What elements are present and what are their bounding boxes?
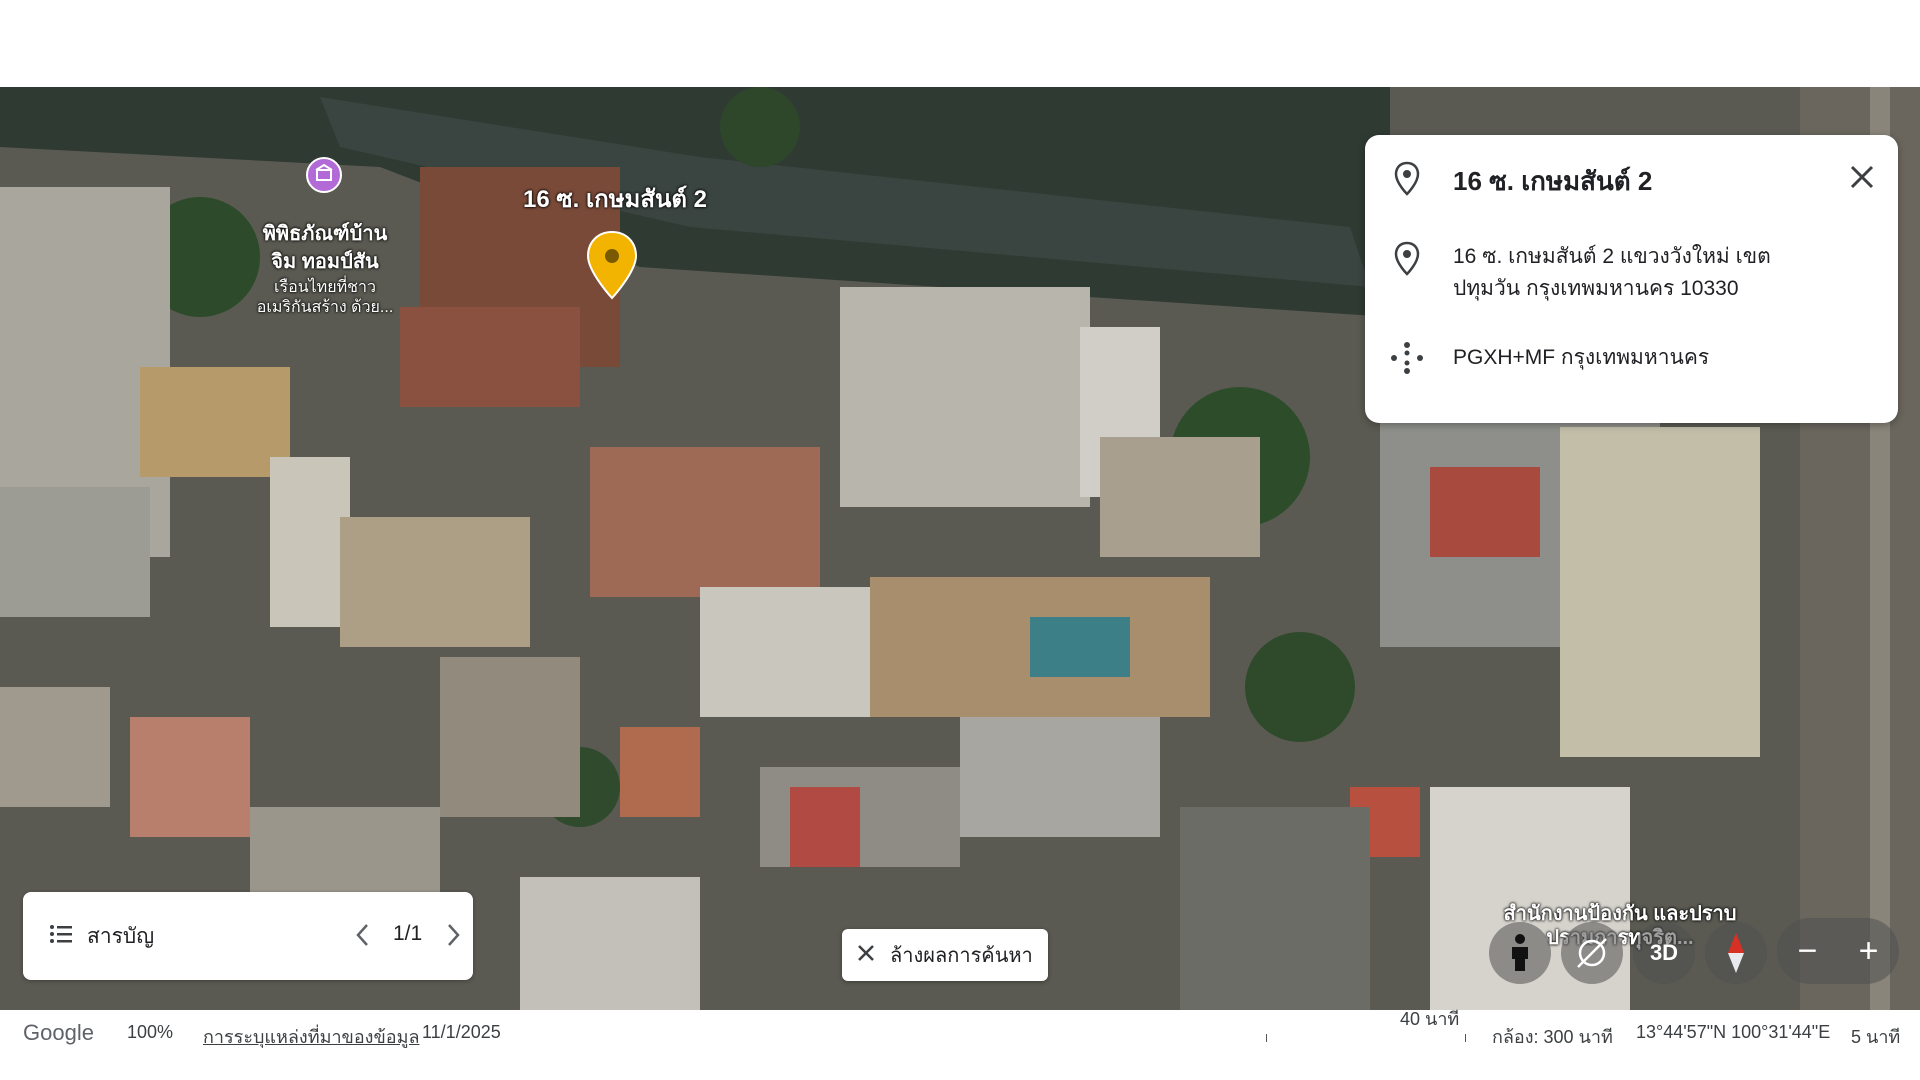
elevation: 5 นาที — [1851, 1027, 1901, 1047]
scale-label: 40 นาที — [1400, 1009, 1460, 1029]
location-pin-icon[interactable] — [586, 230, 638, 307]
view-3d-button[interactable]: 3D — [1633, 922, 1695, 984]
toc-label: สารบัญ — [87, 924, 155, 948]
pin-label[interactable]: 16 ซ. เกษมสันต์ 2 — [495, 179, 735, 218]
chevron-right-icon[interactable] — [443, 922, 463, 953]
place-icon — [1387, 161, 1427, 197]
view-3d-label: 3D — [1649, 940, 1679, 965]
plus-code[interactable]: PGXH+MF กรุงเทพมหานคร — [1453, 341, 1709, 374]
coordinates: 13°44'57"N 100°31'44"E — [1636, 1022, 1831, 1042]
tilt-icon[interactable] — [1561, 922, 1623, 984]
chevron-left-icon[interactable] — [353, 922, 373, 953]
zoom-level: 100% — [127, 1022, 174, 1042]
address-pin-icon — [1387, 241, 1427, 277]
google-logo: Google — [23, 1020, 94, 1045]
status-bar: Google 100% การระบุแหล่งที่มาของข้อมูล 1… — [0, 1009, 1920, 1047]
table-of-contents-panel[interactable]: สารบัญ 1/1 — [23, 892, 473, 980]
scale-bar-left — [1266, 1034, 1267, 1042]
compass-icon[interactable] — [1705, 922, 1767, 984]
place-info-card: 16 ซ. เกษมสันต์ 2 16 ซ. เกษมสันต์ 2 แขวง… — [1365, 135, 1898, 423]
toc-page-count: 1/1 — [393, 922, 423, 945]
zoom-controls: − + — [1777, 918, 1899, 984]
list-icon — [49, 923, 73, 950]
clear-search-results-label: ล้างผลการค้นหา — [890, 945, 1033, 967]
data-attribution-link[interactable]: การระบุแหล่งที่มาของข้อมูล — [203, 1022, 419, 1051]
close-icon[interactable] — [1846, 161, 1878, 193]
zoom-out-button[interactable]: − — [1777, 918, 1838, 984]
museum-icon[interactable] — [306, 157, 342, 193]
place-address[interactable]: 16 ซ. เกษมสันต์ 2 แขวงวังใหม่ เขตปทุมวัน… — [1453, 241, 1833, 305]
imagery-date: 11/1/2025 — [422, 1022, 501, 1042]
clear-search-results-button[interactable]: ล้างผลการค้นหา — [842, 929, 1048, 981]
camera-altitude: กล้อง: 300 นาที — [1492, 1027, 1613, 1047]
zoom-in-button[interactable]: + — [1838, 918, 1899, 984]
street-view-icon[interactable] — [1489, 922, 1551, 984]
plus-code-icon — [1387, 341, 1427, 375]
scale-bar-right — [1465, 1034, 1466, 1042]
poi-description: เรือนไทยที่ชาวอเมริกันสร้าง ด้วย... — [256, 279, 394, 316]
poi-name[interactable]: พิพิธภัณฑ์บ้าน จิม ทอมป์สัน — [250, 220, 400, 276]
place-title: 16 ซ. เกษมสันต์ 2 — [1453, 166, 1653, 196]
clear-icon — [856, 943, 876, 968]
